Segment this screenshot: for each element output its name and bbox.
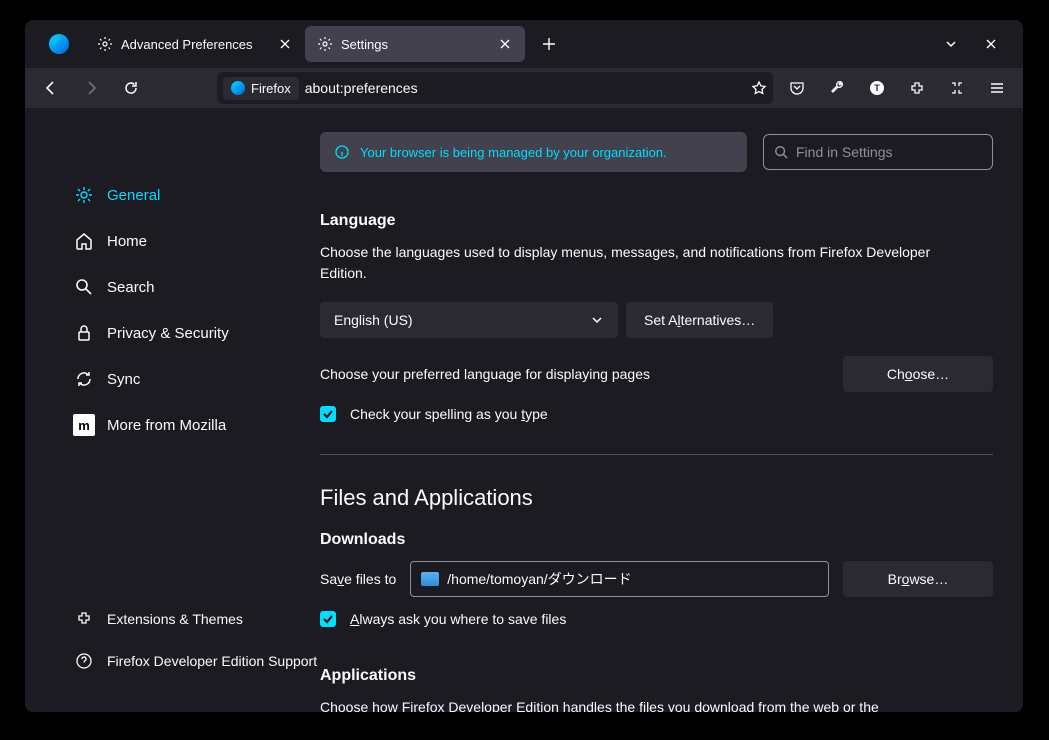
search-icon [73,276,95,298]
home-icon [73,230,95,252]
sidebar-item-search[interactable]: Search [73,264,320,310]
sidebar-item-home[interactable]: Home [73,218,320,264]
sidebar-link-label: Firefox Developer Edition Support [107,653,317,669]
settings-sidebar: General Home Search Privacy & Security [25,108,320,712]
search-icon [774,145,788,159]
back-button[interactable] [35,72,67,104]
close-icon[interactable] [495,34,515,54]
lock-icon [73,322,95,344]
preferred-language-label: Choose your preferred language for displ… [320,366,829,382]
sync-icon [73,368,95,390]
window-close-button[interactable] [979,32,1003,56]
check-spelling-label: Check your spelling as you type [350,406,993,422]
sidebar-item-label: General [107,187,160,204]
sidebar-item-label: Home [107,233,147,250]
sidebar-link-support[interactable]: Firefox Developer Edition Support [73,640,320,682]
bookmark-star-icon[interactable] [751,80,767,96]
url-identity-box[interactable]: Firefox [223,77,299,100]
applications-desc: Choose how Firefox Developer Edition han… [320,697,960,712]
section-divider [320,454,993,455]
sidebar-item-general[interactable]: General [73,172,320,218]
sidebar-item-label: Sync [107,371,140,388]
tab-bar: Advanced Preferences Settings [25,20,1023,68]
firefox-logo-icon [33,20,85,68]
gear-icon [97,36,113,52]
org-managed-banner[interactable]: Your browser is being managed by your or… [320,132,747,172]
tab-title: Settings [341,37,388,52]
downloads-heading: Downloads [320,531,993,549]
gear-icon [317,36,333,52]
extensions-icon[interactable] [901,72,933,104]
sidebar-link-extensions[interactable]: Extensions & Themes [73,598,320,640]
org-banner-text: Your browser is being managed by your or… [360,145,667,160]
search-placeholder: Find in Settings [796,144,893,160]
set-alternatives-button[interactable]: Set Alternatives… [626,302,773,338]
browse-button[interactable]: Browse… [843,561,993,597]
always-ask-label: Always ask you where to save files [350,611,993,627]
url-identity-label: Firefox [251,81,291,96]
language-desc: Choose the languages used to display men… [320,242,960,284]
close-icon[interactable] [275,34,295,54]
gear-icon [73,184,95,206]
files-apps-heading: Files and Applications [320,485,993,511]
pocket-icon[interactable] [781,72,813,104]
tab-advanced-prefs[interactable]: Advanced Preferences [85,26,305,62]
sidebar-item-privacy[interactable]: Privacy & Security [73,310,320,356]
check-spelling-checkbox[interactable] [320,406,336,422]
sidebar-item-label: Search [107,279,155,296]
new-tab-button[interactable] [533,28,565,60]
reload-button[interactable] [115,72,147,104]
url-bar[interactable]: Firefox about:preferences [217,72,773,104]
account-icon[interactable]: T [861,72,893,104]
save-files-label: Save files to [320,571,396,587]
question-icon [73,650,95,672]
wrench-icon[interactable] [821,72,853,104]
chevron-down-icon [590,313,604,327]
puzzle-icon [73,608,95,630]
firefox-logo-icon [231,81,245,95]
sidebar-item-sync[interactable]: Sync [73,356,320,402]
screenshot-icon[interactable] [941,72,973,104]
choose-language-button[interactable]: Choose… [843,356,993,392]
sidebar-item-label: Privacy & Security [107,325,229,342]
sidebar-item-more-mozilla[interactable]: m More from Mozilla [73,402,320,448]
language-select[interactable]: English (US) [320,302,618,338]
sidebar-link-label: Extensions & Themes [107,611,243,627]
settings-search-input[interactable]: Find in Settings [763,134,993,170]
forward-button[interactable] [75,72,107,104]
language-selected: English (US) [334,312,413,328]
folder-icon [421,572,439,586]
tab-settings[interactable]: Settings [305,26,525,62]
svg-text:T: T [874,83,880,93]
download-path-input[interactable]: /home/tomoyan/ダウンロード [410,561,829,597]
applications-heading: Applications [320,667,993,685]
tab-title: Advanced Preferences [121,37,253,52]
download-path-text: /home/tomoyan/ダウンロード [447,569,631,589]
always-ask-checkbox[interactable] [320,611,336,627]
nav-toolbar: Firefox about:preferences T [25,68,1023,108]
menu-icon[interactable] [981,72,1013,104]
info-icon [334,144,350,160]
sidebar-item-label: More from Mozilla [107,417,226,434]
url-text: about:preferences [305,80,745,96]
list-tabs-button[interactable] [939,32,963,56]
settings-main: Your browser is being managed by your or… [320,108,1023,712]
mozilla-icon: m [73,414,95,436]
language-heading: Language [320,212,993,230]
